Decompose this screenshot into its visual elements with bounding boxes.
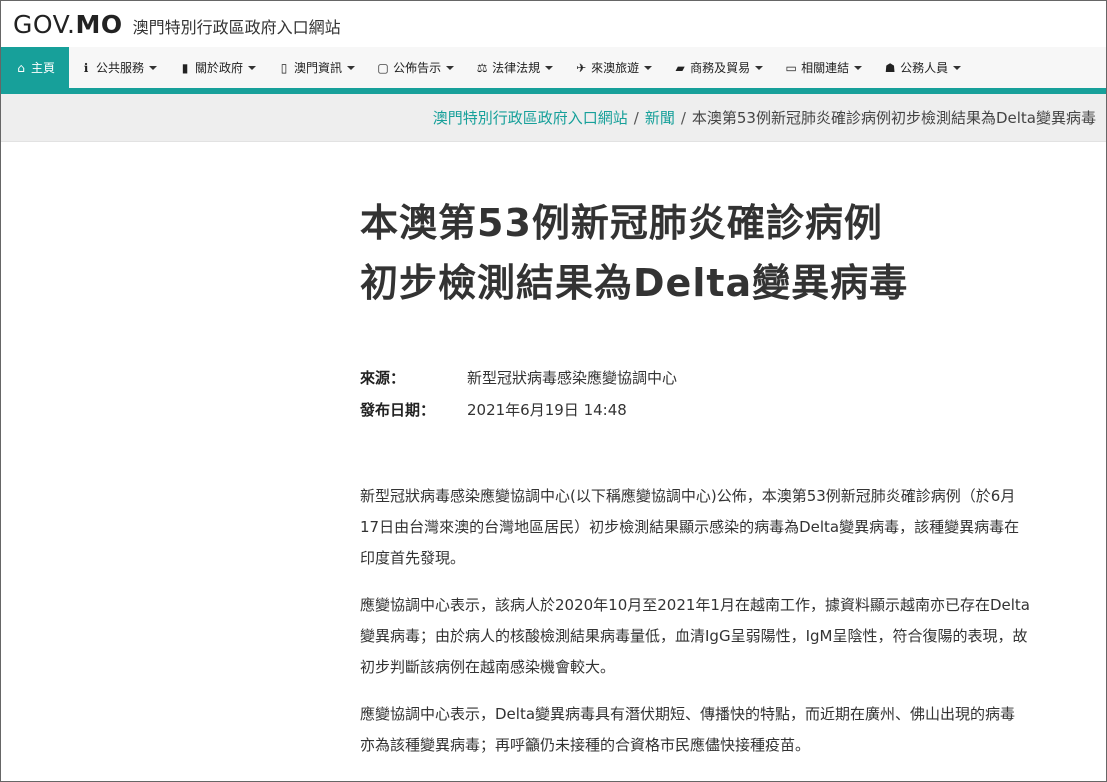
source-label: 來源： [360,368,406,387]
article-paragraph: 應變協調中心表示，該病人於2020年10月至2021年1月在越南工作，據資料顯示… [360,596,1031,676]
breadcrumb: 澳門特別行政區政府入口網站 / 新聞 / 本澳第53例新冠肺炎確診病例初步檢測結… [1,94,1106,142]
breadcrumb-separator: / [680,108,686,127]
nav-item-label: 公共服務 [96,61,145,75]
nav-item-label: 法律法規 [492,61,541,75]
nav-item-related-links[interactable]: ▭ 相關連結 [774,47,873,88]
article-title-line-2: 初步檢測結果為Delta變異病毒 [360,261,909,305]
map-icon: ▯ [280,60,288,75]
folder-icon: ▭ [785,60,797,75]
caret-down-icon [446,65,455,70]
article-header: 本澳第53例新冠肺炎確診病例 初步檢測結果為Delta變異病毒 來源： 新型冠狀… [360,193,1030,425]
logo-text-mo: MO [75,9,123,39]
nav-item-label: 商務及貿易 [690,61,751,75]
nav-item-label: 相關連結 [801,61,850,75]
nav-item-label: 主頁 [31,61,56,75]
source-value: 新型冠狀病毒感染應變協調中心 [467,368,678,387]
briefcase-icon: ▰ [675,60,685,75]
meta-source-row: 來源： 新型冠狀病毒感染應變協調中心 [360,361,1030,393]
breadcrumb-news-link[interactable]: 新聞 [645,107,675,128]
site-title: 澳門特別行政區政府入口網站 [132,18,341,37]
nav-item-laws[interactable]: ⚖ 法律法規 [465,47,564,88]
caret-down-icon [347,65,356,70]
caret-down-icon [149,65,158,70]
article-title: 本澳第53例新冠肺炎確診病例 初步檢測結果為Delta變異病毒 [360,193,1030,313]
building-icon: ▮ [181,60,189,75]
nav-item-business-trade[interactable]: ▰ 商務及貿易 [663,47,774,88]
nav-item-tourism[interactable]: ✈ 來澳旅遊 [564,47,663,88]
top-header: GOV.MO 澳門特別行政區政府入口網站 [1,1,1106,47]
nav-item-about-government[interactable]: ▮ 關於政府 [168,47,267,88]
caret-down-icon [248,65,257,70]
breadcrumb-home-link[interactable]: 澳門特別行政區政府入口網站 [433,107,628,128]
meta-date-row: 發布日期： 2021年6月19日 14:48 [360,393,1030,425]
article-paragraph: 應變協調中心表示，Delta變異病毒具有潛伏期短、傳播快的特點，而近期在廣州、佛… [360,705,1016,754]
home-icon: ⌂ [17,60,25,75]
nav-item-label: 公佈告示 [393,61,442,75]
caret-down-icon [755,65,764,70]
date-value: 2021年6月19日 14:48 [467,400,627,419]
caret-down-icon [953,65,962,70]
users-icon: ☗ [884,60,896,75]
date-label: 發布日期： [360,400,436,419]
nav-item-label: 澳門資訊 [294,61,343,75]
caret-down-icon [545,65,554,70]
article-paragraph: 新型冠狀病毒感染應變協調中心(以下稱應變協調中心)公佈，本澳第53例新冠肺炎確診… [360,487,1020,567]
caret-down-icon [644,65,653,70]
nav-item-label: 公務人員 [900,61,949,75]
nav-item-public-services[interactable]: ℹ 公共服務 [69,47,168,88]
logo-text-gov: GOV. [13,9,76,39]
main-nav: ⌂ 主頁 ℹ 公共服務 ▮ 關於政府 ▯ 澳門資訊 ▢ 公佈告示 ⚖ 法律法規 … [1,47,1106,94]
notice-icon: ▢ [377,60,389,75]
info-icon: ℹ [83,60,89,75]
nav-item-macao-info[interactable]: ▯ 澳門資訊 [267,47,366,88]
nav-item-home[interactable]: ⌂ 主頁 [1,47,70,88]
article-meta: 來源： 新型冠狀病毒感染應變協調中心 發布日期： 2021年6月19日 14:4… [360,361,1030,425]
nav-item-civil-servants[interactable]: ☗ 公務人員 [873,47,972,88]
caret-down-icon [854,65,863,70]
breadcrumb-current: 本澳第53例新冠肺炎確診病例初步檢測結果為Delta變異病毒 [691,109,1096,127]
nav-item-label: 關於政府 [195,61,244,75]
article-body: 新型冠狀病毒感染應變協調中心(以下稱應變協調中心)公佈，本澳第53例新冠肺炎確診… [360,481,1030,777]
plane-icon: ✈ [576,60,587,75]
article-title-line-1: 本澳第53例新冠肺炎確診病例 [360,201,883,245]
scale-icon: ⚖ [476,60,488,75]
nav-item-label: 來澳旅遊 [591,61,640,75]
breadcrumb-separator: / [633,108,639,127]
nav-item-notices[interactable]: ▢ 公佈告示 [366,47,465,88]
gov-mo-logo[interactable]: GOV.MO [13,10,123,39]
